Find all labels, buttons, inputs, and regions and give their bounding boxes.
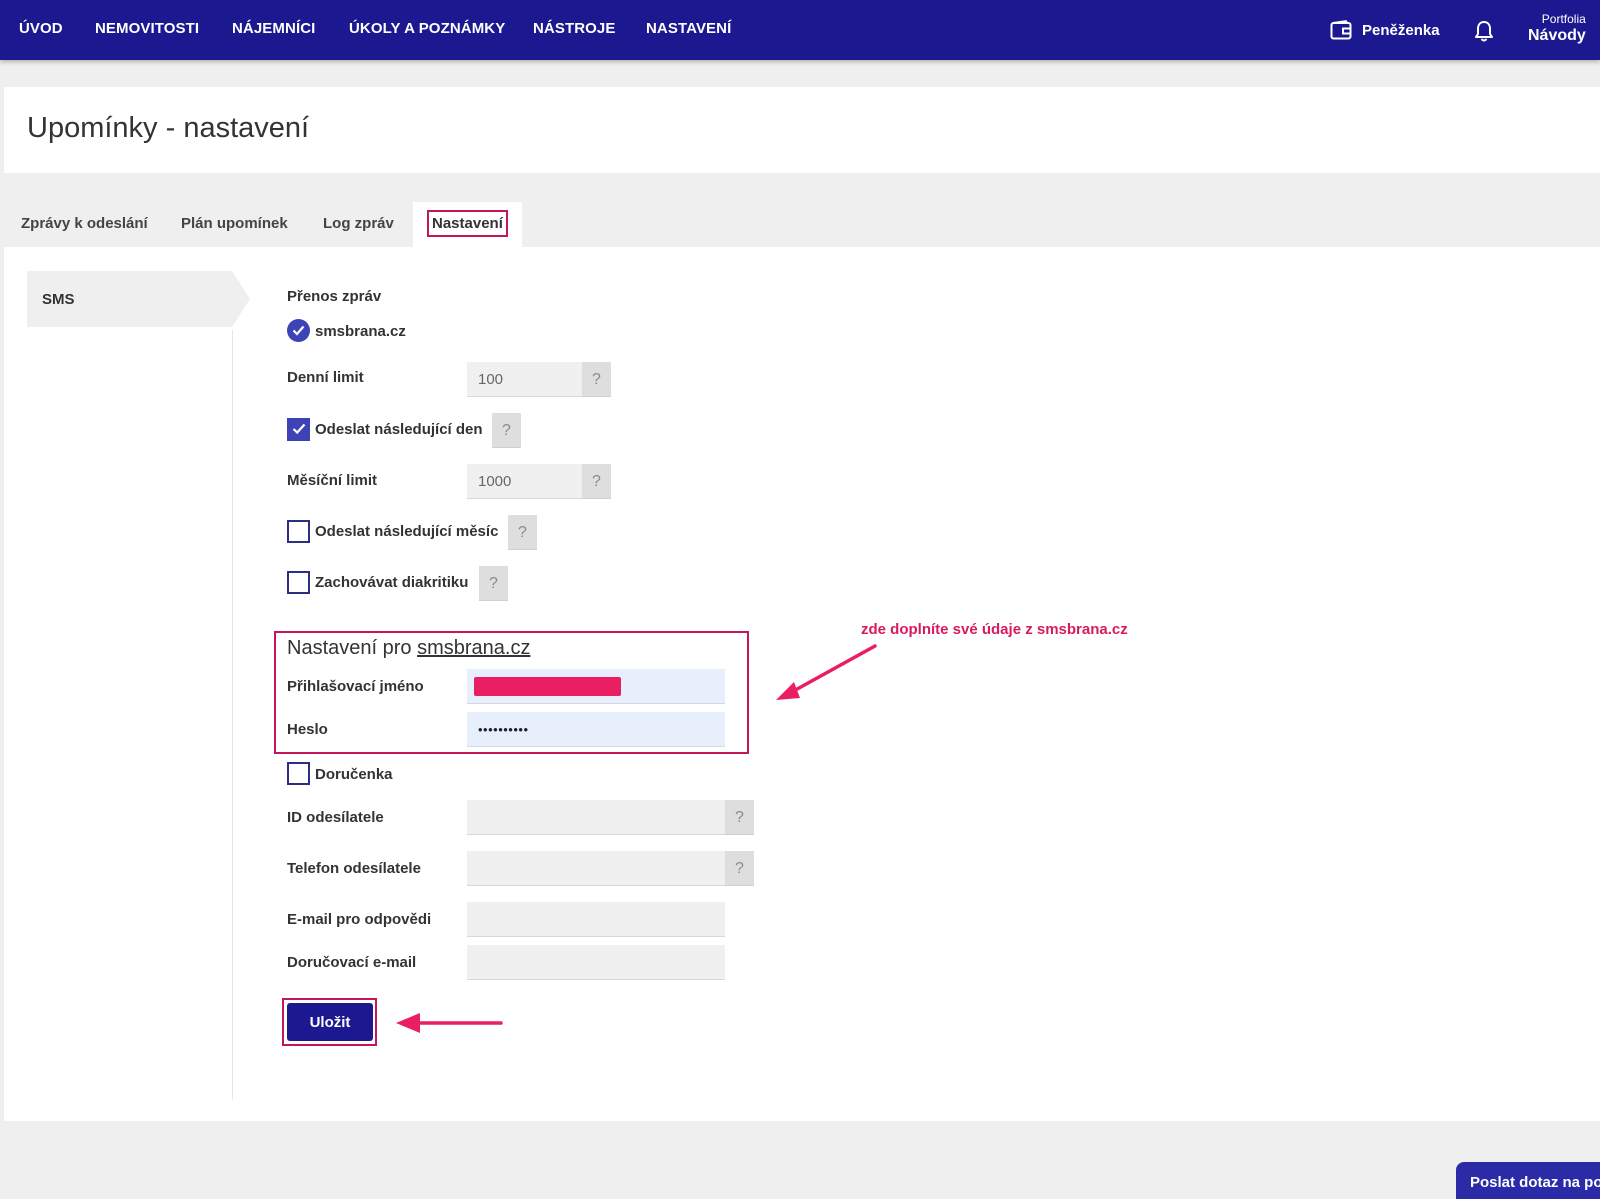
provider-settings-title-prefix: Nastavení pro bbox=[287, 637, 418, 659]
password-input[interactable]: •••••••••• bbox=[467, 712, 725, 747]
send-next-day-help-button[interactable]: ? bbox=[492, 413, 521, 448]
tab-nastaveni-label: Nastavení bbox=[427, 210, 508, 237]
reply-email-label: E-mail pro odpovědi bbox=[287, 911, 432, 928]
provider-settings-link[interactable]: smsbrana.cz bbox=[417, 637, 530, 659]
sidebar-divider bbox=[232, 330, 233, 1100]
monthly-limit-input[interactable]: 1000 bbox=[467, 464, 582, 499]
keep-diacritics-help-button[interactable]: ? bbox=[479, 566, 508, 601]
page-title: Upomínky - nastavení bbox=[27, 112, 310, 144]
send-next-day-label: Odeslat následující den bbox=[315, 421, 483, 438]
nav-item-nastroje[interactable]: NÁSTROJE bbox=[533, 20, 615, 37]
login-label: Přihlašovací jméno bbox=[287, 678, 424, 695]
wallet-icon bbox=[1330, 20, 1352, 40]
delivery-email-input[interactable] bbox=[467, 945, 725, 980]
nav-item-nemovitosti[interactable]: NEMOVITOSTI bbox=[95, 20, 199, 37]
sender-phone-help-button[interactable]: ? bbox=[725, 851, 754, 886]
portfolio-caption: Portfolia bbox=[1541, 12, 1586, 26]
reply-email-input[interactable] bbox=[467, 902, 725, 937]
daily-limit-help-button[interactable]: ? bbox=[582, 362, 611, 397]
portfolio-name: Návody bbox=[1528, 27, 1586, 44]
wallet-label: Peněženka bbox=[1362, 21, 1440, 39]
wallet-link[interactable]: Peněženka bbox=[1330, 18, 1440, 42]
support-chat-button[interactable]: Poslat dotaz na podporu bbox=[1456, 1162, 1600, 1199]
nav-item-uvod[interactable]: ÚVOD bbox=[19, 20, 63, 37]
portfolio-switcher[interactable]: Portfolia Návody bbox=[1528, 12, 1586, 45]
send-next-month-help-button[interactable]: ? bbox=[508, 515, 537, 550]
settings-panel bbox=[4, 247, 1600, 1121]
provider-radio[interactable] bbox=[287, 319, 310, 342]
provider-option-label: smsbrana.cz bbox=[315, 323, 406, 340]
bell-icon[interactable] bbox=[1473, 19, 1495, 43]
keep-diacritics-label: Zachovávat diakritiku bbox=[315, 574, 469, 591]
tab-nastaveni[interactable]: Nastavení bbox=[413, 202, 522, 248]
nav-item-ukoly[interactable]: ÚKOLY A POZNÁMKY bbox=[349, 20, 505, 37]
save-button[interactable]: Uložit bbox=[287, 1003, 373, 1041]
sender-id-input[interactable] bbox=[467, 800, 725, 835]
transfer-label: Přenos zpráv bbox=[287, 288, 382, 305]
receipt-checkbox[interactable] bbox=[287, 762, 310, 785]
redacted-login-value bbox=[474, 677, 621, 696]
annotation-note: zde doplníte své údaje z smsbrana.cz bbox=[861, 621, 1128, 638]
delivery-email-label: Doručovací e-mail bbox=[287, 954, 417, 971]
monthly-limit-help-button[interactable]: ? bbox=[582, 464, 611, 499]
keep-diacritics-checkbox[interactable] bbox=[287, 571, 310, 594]
tab-zpravy-k-odeslani[interactable]: Zprávy k odeslání bbox=[21, 202, 148, 246]
password-label: Heslo bbox=[287, 721, 328, 738]
send-next-month-label: Odeslat následující měsíc bbox=[315, 523, 499, 540]
sender-phone-label: Telefon odesílatele bbox=[287, 860, 421, 877]
sender-id-help-button[interactable]: ? bbox=[725, 800, 754, 835]
tab-plan-upominek[interactable]: Plán upomínek bbox=[181, 202, 288, 246]
nav-item-nastaveni[interactable]: NASTAVENÍ bbox=[646, 20, 731, 37]
send-next-day-checkbox[interactable] bbox=[287, 418, 310, 441]
receipt-label: Doručenka bbox=[315, 766, 393, 783]
tab-log-zprav[interactable]: Log zpráv bbox=[323, 202, 394, 246]
top-navbar: ÚVOD NEMOVITOSTI NÁJEMNÍCI ÚKOLY A POZNÁ… bbox=[0, 0, 1600, 60]
check-icon bbox=[292, 325, 305, 336]
nav-item-najemnici[interactable]: NÁJEMNÍCI bbox=[232, 20, 315, 37]
sender-phone-input[interactable] bbox=[467, 851, 725, 886]
provider-settings-title: Nastavení pro smsbrana.cz bbox=[287, 637, 530, 660]
daily-limit-input[interactable]: 100 bbox=[467, 362, 582, 397]
check-icon bbox=[292, 423, 306, 435]
daily-limit-label: Denní limit bbox=[287, 369, 364, 386]
send-next-month-checkbox[interactable] bbox=[287, 520, 310, 543]
page-header: Upomínky - nastavení bbox=[4, 87, 1600, 173]
sender-id-label: ID odesílatele bbox=[287, 809, 384, 826]
sidebar-item-sms[interactable]: SMS bbox=[27, 271, 250, 327]
monthly-limit-label: Měsíční limit bbox=[287, 472, 378, 489]
